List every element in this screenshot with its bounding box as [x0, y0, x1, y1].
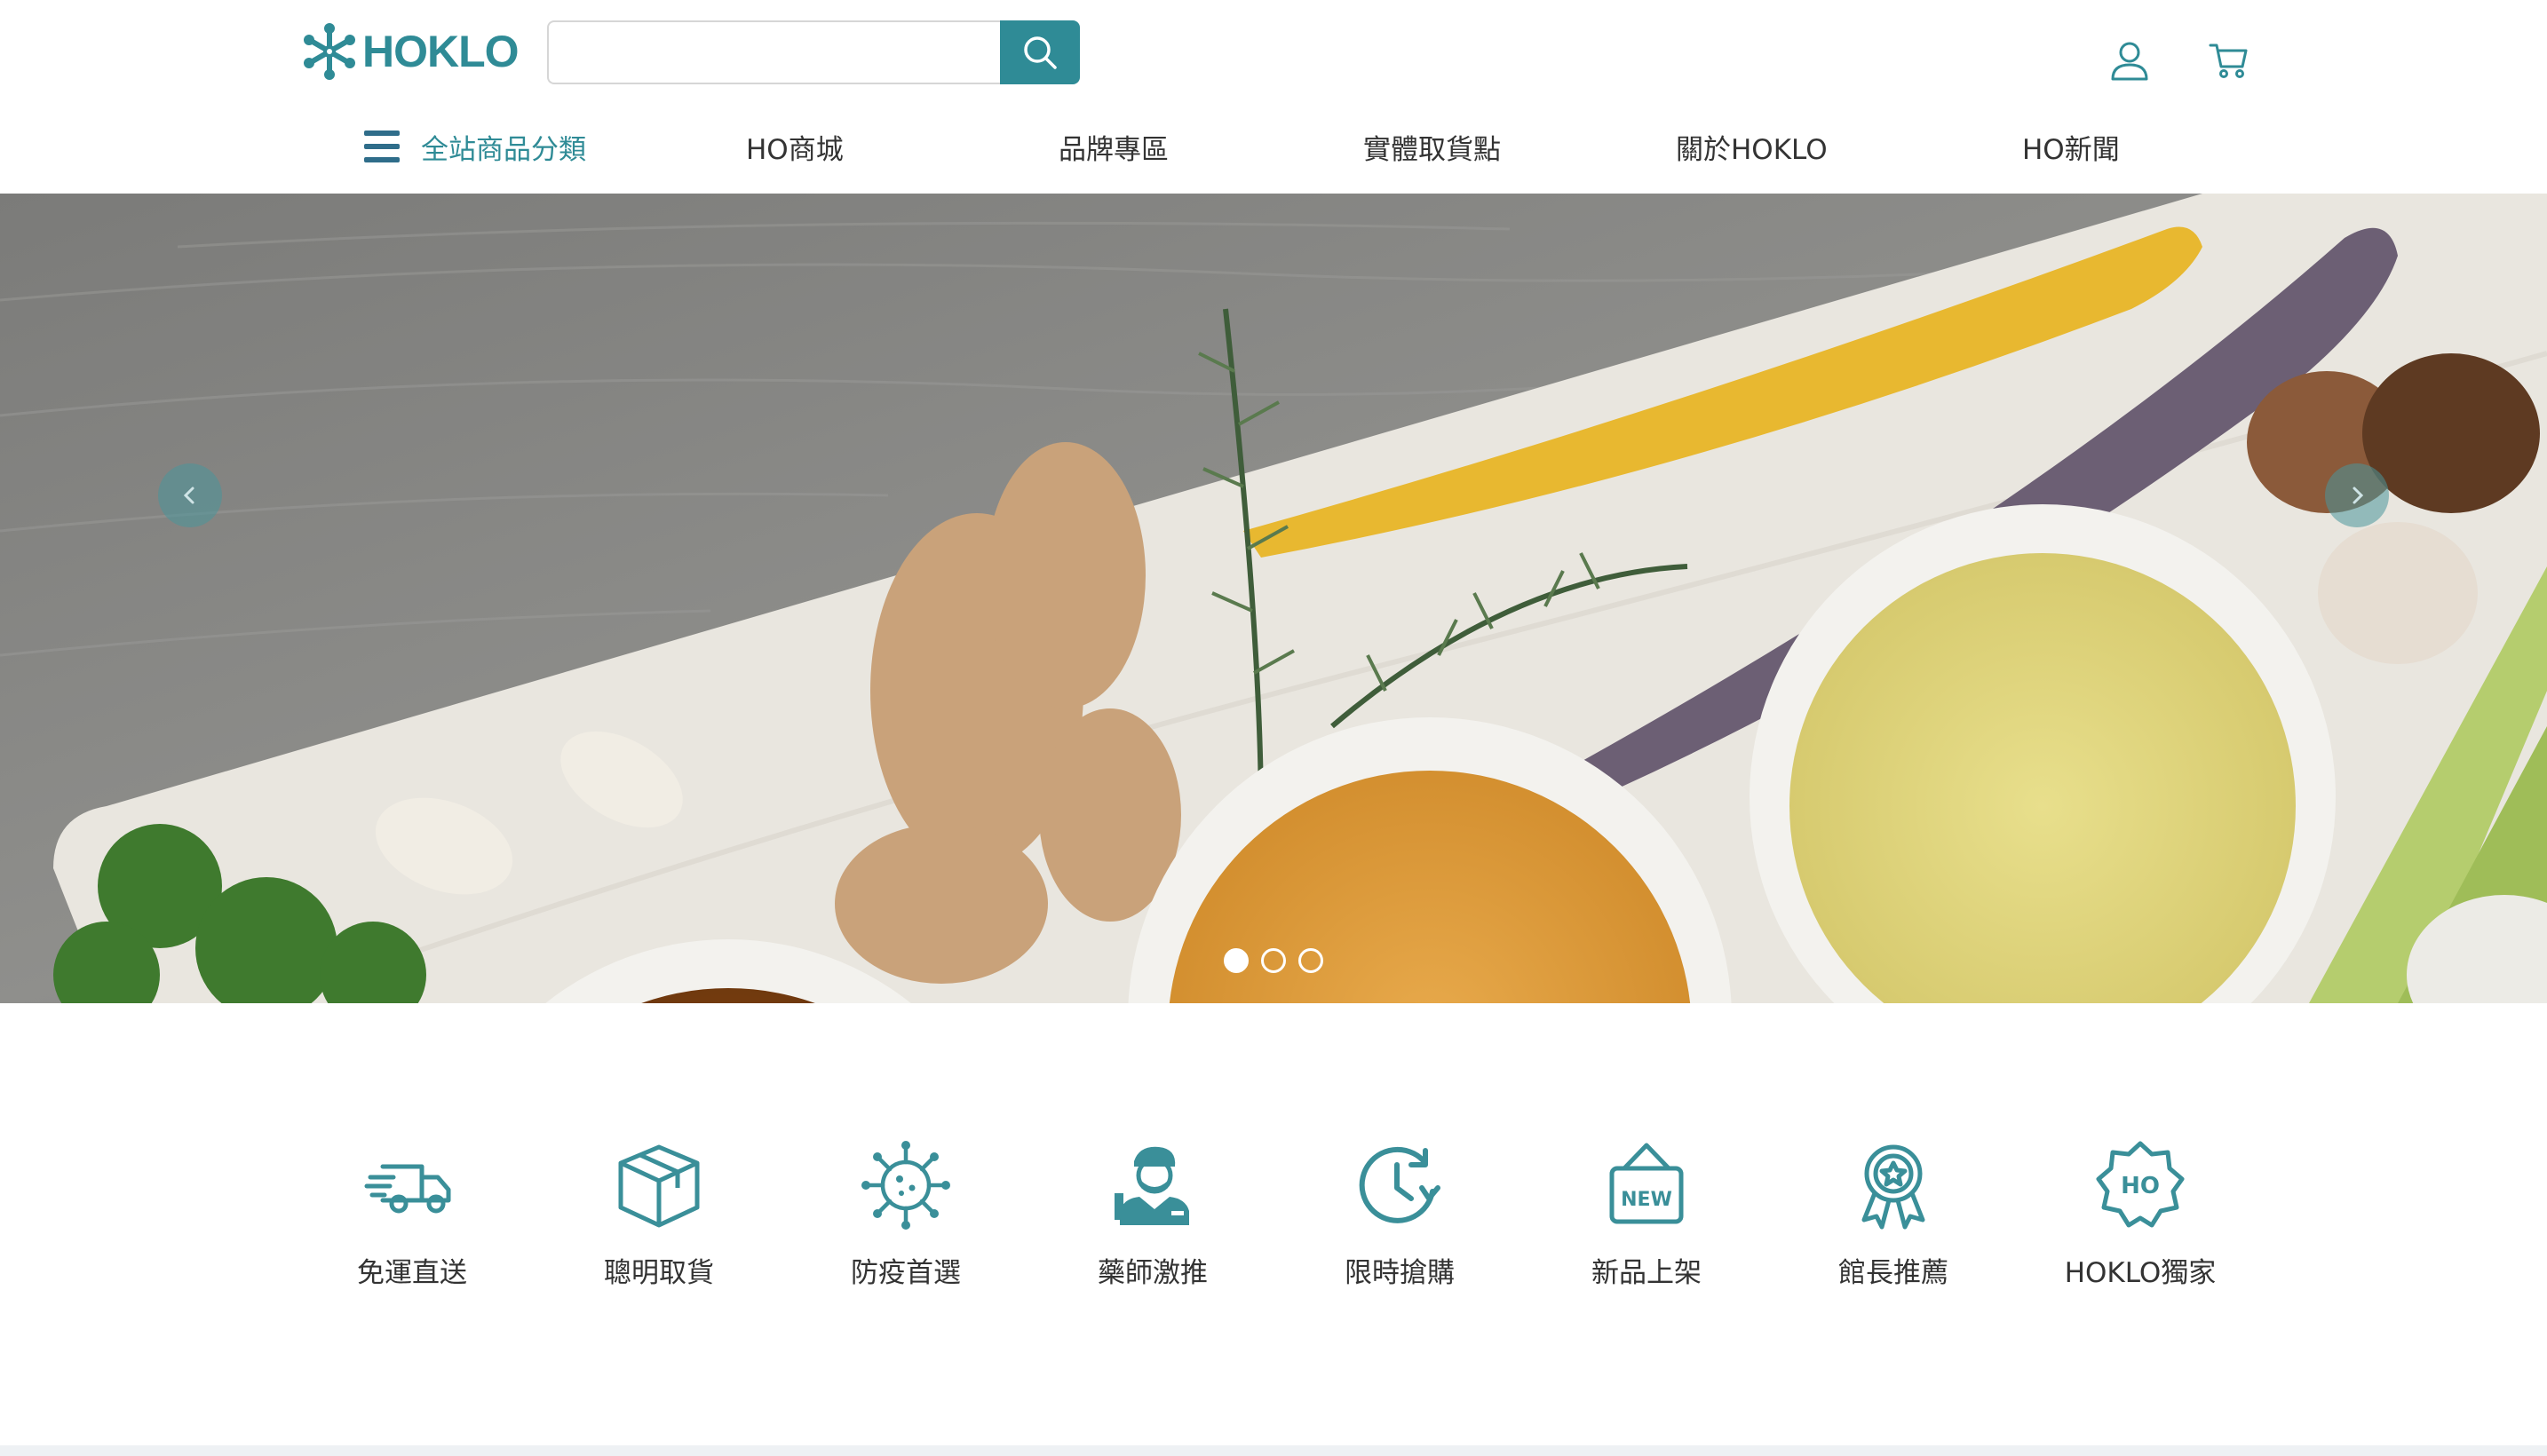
clock-icon: [1359, 1146, 1440, 1223]
feature-label: HOKLO獨家: [2064, 1257, 2217, 1289]
search-button[interactable]: [1000, 20, 1080, 84]
user-icon: [2111, 42, 2148, 81]
brand-name: HOKLO: [362, 27, 520, 76]
hero-image: [0, 194, 2547, 1003]
feature-hoklo-exclusive[interactable]: HO HOKLO獨家: [2034, 1136, 2247, 1290]
footer-divider: [0, 1445, 2547, 1456]
nav-item-brands[interactable]: 品牌專區: [1059, 115, 1169, 178]
svg-text:HO: HO: [2121, 1173, 2160, 1199]
virus-icon: [861, 1141, 950, 1230]
hero-carousel: [0, 194, 2547, 1003]
carousel-indicators: [1224, 948, 1323, 973]
feature-label: 新品上架: [1591, 1257, 1702, 1289]
feature-label: 聰明取貨: [604, 1257, 714, 1289]
carousel-dot-3[interactable]: [1298, 948, 1323, 973]
chevron-left-icon: [183, 487, 194, 504]
nav-item-label: 關於HOKLO: [1676, 133, 1828, 166]
svg-text:NEW: NEW: [1621, 1189, 1672, 1211]
cart-button[interactable]: [2204, 36, 2254, 85]
nav-item-label: 品牌專區: [1059, 133, 1169, 166]
nav-categories-label: 全站商品分類: [421, 133, 586, 166]
search-icon: [1024, 36, 1057, 69]
feature-label: 館長推薦: [1838, 1257, 1948, 1289]
nav-item-news[interactable]: HO新聞: [2022, 115, 2120, 178]
feature-new-arrivals[interactable]: NEW 新品上架: [1540, 1136, 1753, 1290]
search-bar: [547, 20, 1080, 84]
carousel-dot-1[interactable]: [1224, 948, 1249, 973]
pharmacist-icon: [1115, 1146, 1189, 1225]
nav-item-label: 實體取貨點: [1363, 133, 1501, 166]
feature-label: 藥師激推: [1098, 1257, 1208, 1289]
feature-pharmacist-pick[interactable]: 藥師激推: [1046, 1136, 1259, 1290]
carousel-prev-button[interactable]: [158, 463, 222, 527]
feature-curator-pick[interactable]: 館長推薦: [1787, 1136, 2000, 1290]
menu-icon: [364, 131, 400, 162]
main-nav: 全站商品分類 HO商城 品牌專區 實體取貨點 關於HOKLO HO新聞: [0, 115, 2547, 178]
feature-epidemic-prevention[interactable]: 防疫首選: [799, 1136, 1012, 1290]
search-input[interactable]: [547, 20, 1000, 84]
feature-label: 限時搶購: [1345, 1257, 1455, 1289]
site-header: HOKLO 全站商品分類 HO商城 品牌專區 實體取貨點 關於HOKLO HO新…: [0, 0, 2547, 194]
feature-flash-sale[interactable]: 限時搶購: [1293, 1136, 1506, 1290]
nav-item-about[interactable]: 關於HOKLO: [1676, 115, 1828, 178]
snowflake-logo-icon: [304, 23, 355, 80]
feature-smart-pickup[interactable]: 聰明取貨: [552, 1136, 766, 1290]
feature-free-shipping[interactable]: 免運直送: [305, 1136, 519, 1290]
ho-badge-icon: HO: [2096, 1141, 2185, 1228]
feature-label: 防疫首選: [851, 1257, 961, 1289]
cart-icon: [2209, 44, 2248, 78]
nav-item-ho-mall[interactable]: HO商城: [746, 115, 844, 178]
nav-item-label: HO商城: [746, 133, 844, 166]
carousel-dot-2[interactable]: [1261, 948, 1286, 973]
delivery-truck-icon: [364, 1164, 451, 1214]
nav-item-pickup-points[interactable]: 實體取貨點: [1363, 115, 1501, 178]
carousel-next-button[interactable]: [2325, 463, 2389, 527]
package-box-icon: [618, 1144, 700, 1228]
feature-shortcuts: 免運直送 聰明取貨 防疫首選 藥師激推 限時搶購 NEW 新品上架 館長推薦 H…: [0, 1003, 2547, 1447]
new-tag-icon: NEW: [1609, 1143, 1684, 1224]
feature-label: 免運直送: [357, 1257, 467, 1289]
brand-logo[interactable]: HOKLO: [298, 20, 520, 83]
account-button[interactable]: [2105, 36, 2154, 85]
nav-item-label: HO新聞: [2022, 133, 2120, 166]
nav-all-categories[interactable]: 全站商品分類: [364, 115, 586, 178]
chevron-right-icon: [2353, 487, 2364, 504]
award-ribbon-icon: [1861, 1144, 1925, 1230]
